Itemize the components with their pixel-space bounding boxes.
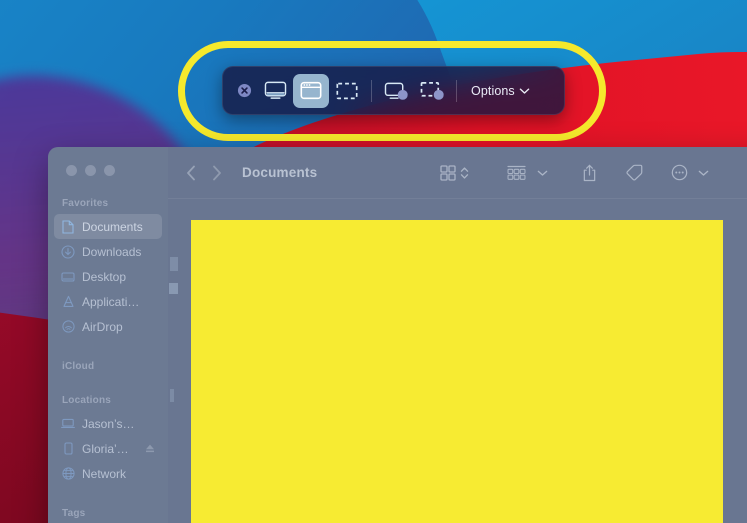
options-label: Options bbox=[471, 83, 515, 98]
screenshot-capture-toolbar: Options bbox=[222, 66, 565, 115]
tag-button[interactable] bbox=[618, 164, 650, 181]
chevron-right-icon bbox=[212, 165, 222, 181]
more-circle-icon bbox=[671, 164, 688, 181]
dashed-rect-record-icon bbox=[419, 80, 446, 102]
globe-icon bbox=[61, 467, 75, 481]
share-icon bbox=[582, 164, 597, 182]
airdrop-icon bbox=[61, 320, 75, 334]
sidebar-item-label: AirDrop bbox=[82, 319, 123, 334]
options-button[interactable]: Options bbox=[463, 84, 530, 98]
dashed-rect-icon bbox=[335, 81, 359, 101]
chevron-left-icon bbox=[186, 165, 196, 181]
close-window-button[interactable] bbox=[66, 165, 77, 176]
sidebar-item-airdrop[interactable]: AirDrop bbox=[54, 314, 162, 339]
display-icon bbox=[263, 80, 288, 101]
capture-selected-portion-button[interactable] bbox=[329, 74, 365, 108]
minimize-window-button[interactable] bbox=[85, 165, 96, 176]
file-icon-sliver-1 bbox=[170, 257, 178, 271]
desktop-icon bbox=[61, 270, 75, 284]
sidebar-item-applications[interactable]: Applicati… bbox=[54, 289, 162, 314]
tag-icon bbox=[625, 164, 643, 181]
chevron-down-icon bbox=[537, 169, 548, 177]
back-button[interactable] bbox=[178, 165, 204, 181]
iphone-icon bbox=[61, 442, 75, 456]
window-icon bbox=[299, 80, 323, 101]
finder-sidebar: Favorites Documents Downloads Desktop Ap… bbox=[48, 147, 168, 523]
sidebar-item-jasons-mac[interactable]: Jason’s… bbox=[54, 411, 162, 436]
sidebar-item-label: Gloria’… bbox=[82, 441, 129, 456]
record-selected-portion-button[interactable] bbox=[414, 74, 450, 108]
record-entire-screen-button[interactable] bbox=[378, 74, 414, 108]
close-button[interactable] bbox=[231, 83, 257, 98]
sidebar-item-label: Applicati… bbox=[82, 294, 140, 309]
download-icon bbox=[61, 244, 75, 259]
close-circle-icon bbox=[237, 83, 252, 98]
group-by-button[interactable] bbox=[500, 165, 555, 181]
group-by-icon bbox=[507, 165, 526, 181]
more-actions-button[interactable] bbox=[664, 164, 716, 181]
screen: Options Favorites Documents Downloads De… bbox=[0, 0, 747, 523]
sidebar-section-icloud-header: iCloud bbox=[62, 361, 95, 372]
sidebar-section-favorites-header: Favorites bbox=[62, 198, 109, 209]
capture-selected-window-button[interactable] bbox=[293, 73, 329, 108]
capture-entire-screen-button[interactable] bbox=[257, 74, 293, 108]
sidebar-item-label: Documents bbox=[82, 219, 143, 234]
sidebar-item-network[interactable]: Network bbox=[54, 461, 162, 486]
grid-view-icon bbox=[440, 164, 456, 181]
yellow-redaction-overlay bbox=[191, 220, 723, 523]
sidebar-item-label: Downloads bbox=[82, 244, 142, 259]
window-traffic-lights bbox=[48, 147, 168, 189]
sidebar-item-label: Jason’s… bbox=[82, 416, 135, 431]
search-button[interactable] bbox=[742, 164, 747, 182]
sidebar-item-glorias-iphone[interactable]: Gloria’… bbox=[54, 436, 162, 461]
laptop-icon bbox=[61, 417, 75, 431]
sidebar-item-label: Desktop bbox=[82, 269, 127, 284]
sidebar-section-locations-header: Locations bbox=[62, 395, 112, 406]
updown-chevron-icon bbox=[460, 165, 469, 181]
chevron-down-icon bbox=[698, 169, 709, 177]
finder-toolbar: Documents bbox=[168, 147, 747, 199]
page-title: Documents bbox=[242, 165, 318, 180]
eject-icon[interactable] bbox=[145, 443, 155, 454]
file-icon-sliver-2 bbox=[169, 283, 178, 294]
file-icon-sliver-3 bbox=[170, 389, 174, 402]
sidebar-item-documents[interactable]: Documents bbox=[54, 214, 162, 239]
document-icon bbox=[61, 219, 75, 234]
sidebar-item-label: Network bbox=[82, 466, 127, 481]
sidebar-section-tags-header: Tags bbox=[62, 508, 86, 519]
toolbar-divider-2 bbox=[456, 79, 457, 102]
display-record-icon bbox=[383, 80, 410, 102]
toolbar-divider-1 bbox=[371, 79, 372, 102]
applications-icon bbox=[61, 295, 75, 309]
chevron-down-icon bbox=[519, 87, 530, 95]
sidebar-item-downloads[interactable]: Downloads bbox=[54, 239, 162, 264]
zoom-window-button[interactable] bbox=[104, 165, 115, 176]
share-button[interactable] bbox=[575, 164, 604, 182]
forward-button[interactable] bbox=[204, 165, 230, 181]
view-grid-button[interactable] bbox=[433, 164, 476, 181]
sidebar-item-desktop[interactable]: Desktop bbox=[54, 264, 162, 289]
